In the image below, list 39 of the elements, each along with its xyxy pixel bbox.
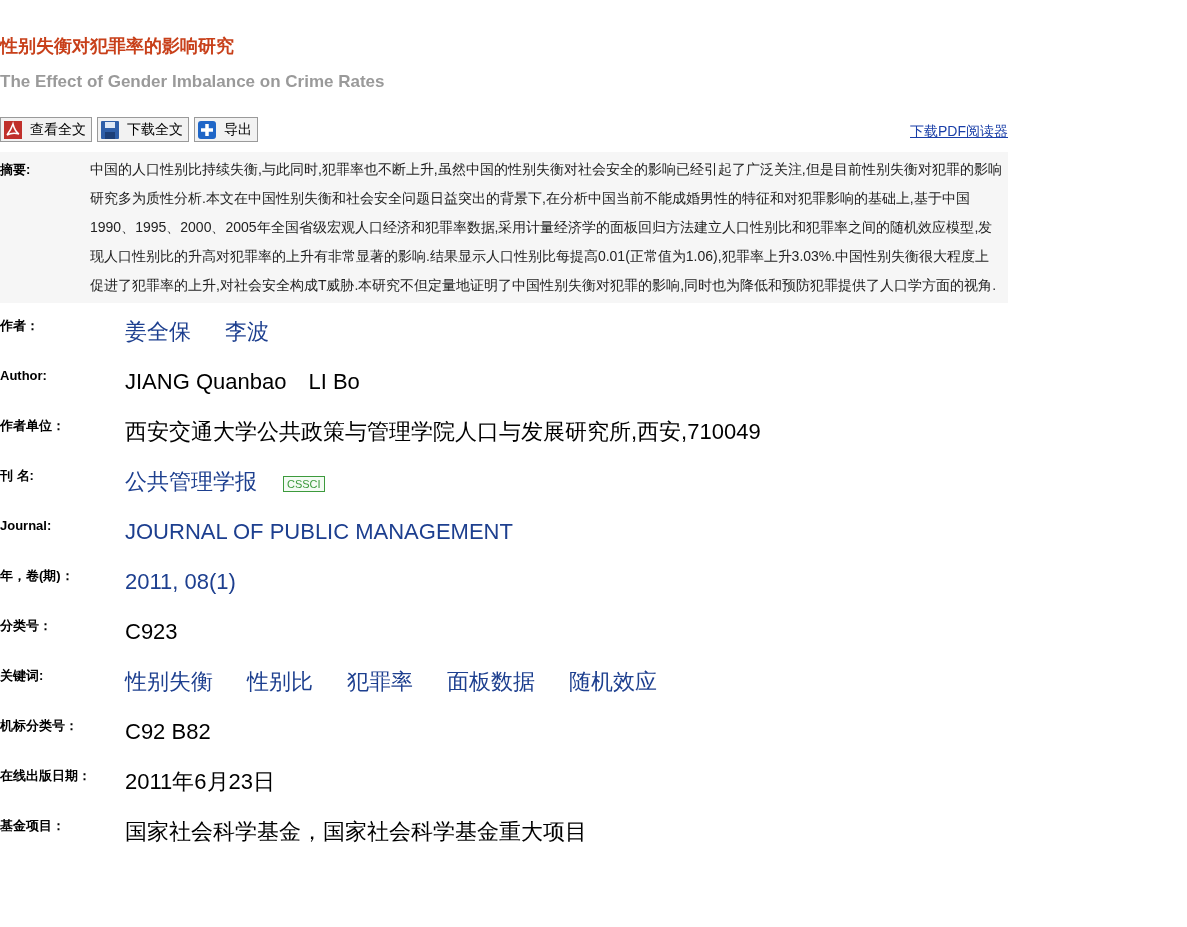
field-label: 机标分类号： [0, 717, 79, 735]
article-subtitle: The Effect of Gender Imbalance on Crime Rates [0, 71, 386, 93]
value-link[interactable]: 性别失衡 [125, 667, 213, 697]
value-text: 西安交通大学公共政策与管理学院人口与发展研究所,西安,710049 [125, 418, 761, 446]
cssci-badge: CSSCI [283, 476, 325, 492]
value-link[interactable]: 公共管理学报 [125, 467, 257, 497]
field-label: 基金项目： [0, 817, 66, 835]
field-label: 关键词: [0, 667, 45, 685]
value-link[interactable]: JOURNAL OF PUBLIC MANAGEMENT [125, 517, 513, 547]
abstract-label: 摘要: [0, 161, 32, 179]
value-link[interactable]: 面板数据 [447, 667, 535, 697]
field-label: Author: [0, 367, 48, 385]
value-text: LI Bo [308, 368, 360, 396]
value-text: JIANG Quanbao [125, 368, 287, 396]
value-link[interactable]: 性别比 [247, 667, 313, 697]
field-label: 刊 名: [0, 467, 35, 485]
value-text: 2011年6月23日 [125, 768, 275, 796]
toolbar-button[interactable]: 导出 [194, 117, 258, 142]
field-label: Journal: [0, 517, 53, 535]
article-title: 性别失衡对犯罪率的影响研究 [0, 35, 235, 58]
toolbar-button[interactable]: 查看全文 [0, 117, 92, 142]
value-link[interactable]: 李波 [225, 317, 269, 347]
field-label: 分类号： [0, 617, 53, 635]
value-link[interactable]: 2011, 08(1) [125, 567, 236, 597]
field-label: 作者单位： [0, 417, 66, 435]
abstract-text: 中国的人口性别比持续失衡,与此同时,犯罪率也不断上升,虽然中国的性别失衡对社会安全的影响已经引起了广泛关注,但是目前性别失衡对犯罪的影响研究多为质性分析.本文在中国性别失衡和社会安全问题日益突出的背景下,在分析中国当前不能成婚男性的特征和对犯罪影响的基础上,基于中国1990、1995、2000、2005年全国省级宏观人口经济和犯罪率数据,采用计量经济学的面板回归方法建立人口性别比和犯罪率之间的随机效应模型,发现人口性别比的升高对犯罪率的上升有非常显著的影响.结果显示人口性别比每提高0.01(正常值为1.06),犯罪率上升3.03%.中国性别失衡很大程度上促进了犯罪率的上升,对社会安全构成T威胁.本研究不但定量地证明了中国性别失衡对犯罪的影响,同时也为降低和预防犯罪提供了人口学方面的视角. [90, 160, 1002, 295]
pdf-icon [4, 120, 22, 139]
pdf-reader-link[interactable]: 下载PDF阅读器 [910, 121, 1008, 142]
value-link[interactable]: 犯罪率 [347, 667, 413, 697]
field-label: 作者： [0, 317, 40, 335]
value-text: 国家社会科学基金，国家社会科学基金重大项目 [125, 818, 587, 846]
toolbar-button[interactable]: 下载全文 [97, 117, 189, 142]
value-text: C92 B82 [125, 718, 211, 746]
plus-icon [198, 120, 216, 139]
value-link[interactable]: 姜全保 [125, 317, 191, 347]
field-label: 年，卷(期)： [0, 567, 75, 585]
field-label: 在线出版日期： [0, 767, 92, 785]
value-text: C923 [125, 618, 178, 646]
value-link[interactable]: 随机效应 [569, 667, 657, 697]
